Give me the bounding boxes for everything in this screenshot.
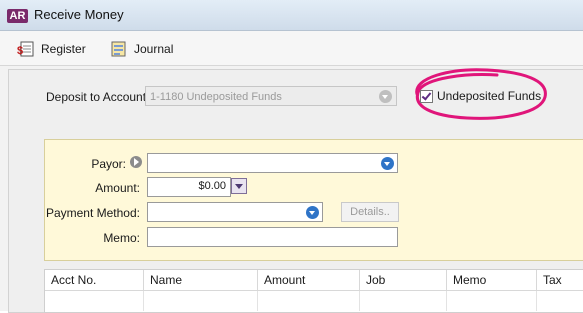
cell-memo[interactable]	[447, 291, 537, 311]
cell-acct-no[interactable]	[45, 291, 144, 311]
payor-details-arrow-icon[interactable]	[130, 156, 142, 168]
deposit-account-value: 1-1180 Undeposited Funds	[150, 91, 282, 103]
journal-label: Journal	[134, 42, 174, 56]
amount-field[interactable]: $0.00	[147, 177, 231, 197]
register-label: Register	[41, 42, 86, 56]
amount-label: Amount:	[95, 181, 140, 195]
table-row[interactable]	[45, 291, 583, 311]
undeposited-funds-label: Undeposited Funds	[437, 89, 542, 103]
deposit-account-select[interactable]: 1-1180 Undeposited Funds	[145, 86, 397, 106]
journal-icon	[110, 40, 128, 58]
cell-name[interactable]	[144, 291, 258, 311]
receive-money-window: AR Receive Money $ Register Journal Depo…	[0, 0, 583, 313]
amount-value: $0.00	[198, 180, 226, 192]
column-memo[interactable]: Memo	[447, 270, 537, 290]
deposit-account-label: Deposit to Account:	[46, 90, 150, 104]
column-acct-no[interactable]: Acct No.	[45, 270, 144, 290]
payment-method-field[interactable]	[147, 202, 323, 222]
app-icon: AR	[7, 9, 28, 23]
column-job[interactable]: Job	[360, 270, 447, 290]
cell-tax[interactable]	[537, 291, 583, 311]
memo-label: Memo:	[103, 231, 140, 245]
column-tax[interactable]: Tax	[537, 270, 583, 290]
column-name[interactable]: Name	[144, 270, 258, 290]
cell-amount[interactable]	[258, 291, 360, 311]
payment-method-label: Payment Method:	[45, 206, 140, 220]
register-button[interactable]: $ Register	[17, 39, 86, 59]
payment-method-dropdown-icon[interactable]	[306, 206, 319, 219]
memo-field[interactable]	[147, 227, 398, 247]
window-title: Receive Money	[34, 7, 124, 22]
undeposited-funds-option[interactable]: Undeposited Funds	[420, 89, 541, 103]
payor-dropdown-icon[interactable]	[381, 157, 394, 170]
title-bar: AR Receive Money	[0, 0, 583, 31]
column-amount[interactable]: Amount	[258, 270, 360, 290]
toolbar: $ Register Journal	[0, 31, 583, 66]
undeposited-funds-checkbox[interactable]	[420, 89, 433, 103]
register-icon: $	[17, 40, 35, 58]
svg-text:$: $	[17, 45, 23, 57]
line-items-table: Acct No. Name Amount Job Memo Tax	[44, 269, 583, 313]
dropdown-arrow-icon	[379, 90, 392, 103]
amount-dropdown-icon[interactable]	[231, 178, 247, 194]
payor-field[interactable]	[147, 153, 398, 173]
table-header: Acct No. Name Amount Job Memo Tax	[45, 270, 583, 291]
details-button[interactable]: Details..	[341, 202, 399, 222]
cell-job[interactable]	[360, 291, 447, 311]
payor-label: Payor:	[91, 157, 126, 171]
journal-button[interactable]: Journal	[110, 39, 173, 59]
